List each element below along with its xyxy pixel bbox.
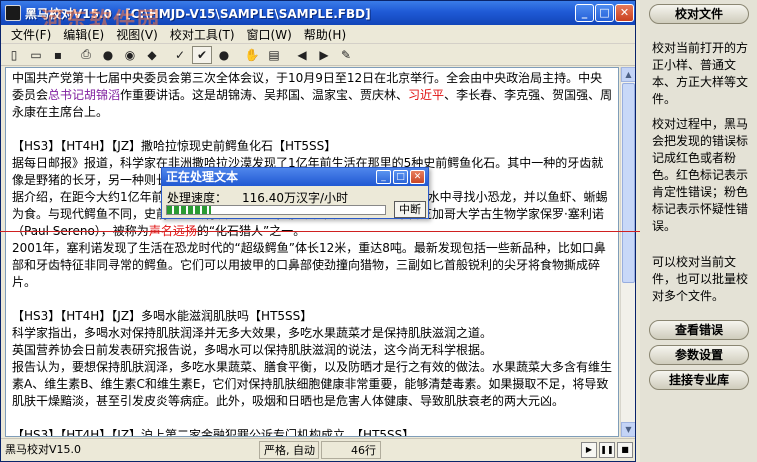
save-icon[interactable]: ▪: [48, 46, 68, 64]
menu-item[interactable]: 校对工具(T): [164, 26, 241, 43]
text-run: 作重要讲话。这是胡锦涛、吴邦国、温家宝、贾庆林、: [120, 88, 409, 102]
play-icon[interactable]: ▶: [581, 442, 597, 458]
speed-label: 处理速度：: [167, 191, 228, 205]
scroll-up-icon[interactable]: ▲: [621, 67, 635, 82]
new-icon[interactable]: ▯: [4, 46, 24, 64]
toolbar-separator: [286, 46, 290, 64]
text-run: 【HS3】【HT4H】【JZ】沪上第二家金融犯罪公诉专门机构成立 【HT5SS】: [12, 428, 415, 437]
menu-bar: 文件(F) 编辑(E) 视图(V) 校对工具(T) 窗口(W) 帮助(H): [1, 25, 635, 44]
stop-square-icon[interactable]: ■: [617, 442, 633, 458]
paragraph: 科学家指出，多喝水对保持肌肤润泽并无多大效果，多吃水果蔬菜才是保持肌肤滋润之道。: [12, 325, 614, 342]
dialog-close-button[interactable]: ✕: [410, 170, 425, 184]
title-bar[interactable]: 黑马校对V15.0 - [C:\HMJD-V15\SAMPLE\SAMPLE.F…: [1, 1, 635, 34]
attach-pro-library-button[interactable]: 挂接专业库: [649, 370, 749, 390]
help-panel: 校对文件 校对当前打开的方正小样、普通文本、方正大样等文件。 校对过程中，黑马会…: [640, 0, 757, 462]
toolbar-separator: [164, 46, 168, 64]
menu-item[interactable]: 文件(F): [5, 26, 57, 43]
close-button[interactable]: ✕: [615, 4, 634, 22]
help-text-1: 校对当前打开的方正小样、普通文本、方正大样等文件。: [652, 41, 749, 106]
text-run: 【HS3】【HT4H】【JZ】多喝水能滋润肌肤吗【HT5SS】: [12, 309, 313, 323]
status-bar: 黑马校对V15.0 严格, 自动 46行 ▶ ❚❚ ■: [1, 438, 635, 461]
text-run: 【HS3】【HT4H】【JZ】撒哈拉惊现史前鳄鱼化石【HT5SS】: [12, 139, 337, 153]
minimize-button[interactable]: _: [575, 4, 594, 22]
paragraph: 【HS3】【HT4H】【JZ】撒哈拉惊现史前鳄鱼化石【HT5SS】: [12, 138, 614, 155]
next-icon[interactable]: ▶: [314, 46, 334, 64]
text-run: 科学家指出，多喝水对保持肌肤润泽并无多大效果，多吃水果蔬菜才是保持肌肤滋润之道。: [12, 326, 493, 340]
check-icon[interactable]: ✓: [170, 46, 190, 64]
copy-icon[interactable]: ◉: [120, 46, 140, 64]
stop-icon[interactable]: ●: [214, 46, 234, 64]
scroll-down-icon[interactable]: ▼: [621, 422, 635, 437]
paste-icon[interactable]: ◆: [142, 46, 162, 64]
open-icon[interactable]: ▭: [26, 46, 46, 64]
text-run: 英国营养协会日前发表研究报告说，多喝水可以保持肌肤滋润的说法，这今尚无科学根据。: [12, 343, 493, 357]
menu-item[interactable]: 视图(V): [110, 26, 164, 43]
text-run: 报告认为，要想保持肌肤润泽，多吃水果蔬菜、膳食平衡，以及防晒才是行之有效的做法。…: [12, 360, 613, 408]
hand-icon[interactable]: ✋: [242, 46, 262, 64]
parameter-settings-button[interactable]: 参数设置: [649, 345, 749, 365]
paragraph: 2001年，塞利诺发现了生活在恐龙时代的“超级鳄鱼”体长12米，重达8吨。最新发…: [12, 240, 614, 291]
status-app-name: 黑马校对V15.0: [5, 443, 82, 456]
paragraph: 【HS3】【HT4H】【JZ】沪上第二家金融犯罪公诉专门机构成立 【HT5SS】: [12, 427, 614, 437]
check-all-icon[interactable]: ✔: [192, 45, 212, 64]
paragraph: 英国营养协会日前发表研究报告说，多喝水可以保持肌肤滋润的说法，这今尚无科学根据。: [12, 342, 614, 359]
toolbar-separator: [70, 46, 74, 64]
delete-icon[interactable]: ▤: [264, 46, 284, 64]
marked-error-text[interactable]: 习近平: [408, 88, 444, 102]
menu-item[interactable]: 窗口(W): [241, 26, 298, 43]
view-errors-button[interactable]: 查看错误: [649, 320, 749, 340]
paragraph: 中国共产党第十七届中央委员会第三次全体会议，于10月9日至12日在北京举行。全会…: [12, 70, 614, 121]
status-line-count: 46行: [321, 441, 381, 459]
app-icon: [5, 5, 21, 21]
interrupt-button[interactable]: 中断: [394, 201, 426, 218]
speed-value: 116.40万汉字/小时: [242, 191, 349, 205]
vertical-scrollbar[interactable]: ▲ ▼: [620, 67, 635, 437]
help-text-2: 校对过程中，黑马会把发现的错误标记成红色或者粉色。红色标记表示肯定性错误；粉色标…: [652, 117, 749, 233]
menu-item[interactable]: 帮助(H): [298, 26, 352, 43]
scrollbar-thumb[interactable]: [622, 83, 635, 283]
text-run: 2001年，塞利诺发现了生活在恐龙时代的“超级鳄鱼”体长12米，重达8吨。最新发…: [12, 241, 606, 289]
print-icon[interactable]: ⎙: [76, 46, 96, 64]
status-check-mode: 严格, 自动: [259, 441, 319, 459]
dialog-minimize-button[interactable]: _: [376, 170, 391, 184]
menu-item[interactable]: 编辑(E): [57, 26, 110, 43]
maximize-button[interactable]: □: [595, 4, 614, 22]
prev-icon[interactable]: ◀: [292, 46, 312, 64]
check-file-button[interactable]: 校对文件: [649, 4, 749, 24]
marked-error-text[interactable]: 总书记胡锦滔: [48, 88, 120, 102]
window-title: 黑马校对V15.0 - [C:\HMJD-V15\SAMPLE\SAMPLE.F…: [25, 6, 371, 21]
help-text-3: 可以校对当前文件，也可以批量校对多个文件。: [652, 255, 749, 303]
toolbar: ▯ ▭ ▪ ⎙ ● ◉ ◆ ✓ ✔ ● ✋ ▤ ◀ ▶ ✎: [1, 44, 635, 66]
edit-icon[interactable]: ✎: [336, 46, 356, 64]
pause-icon[interactable]: ❚❚: [599, 442, 615, 458]
paragraph: 报告认为，要想保持肌肤润泽，多吃水果蔬菜、膳食平衡，以及防晒才是行之有效的做法。…: [12, 359, 614, 410]
cut-icon[interactable]: ●: [98, 46, 118, 64]
progress-bar: [166, 205, 386, 215]
processing-dialog: 正在处理文本 _ □ ✕ 处理速度： 116.40万汉字/小时 中断: [161, 167, 429, 219]
toolbar-separator: [236, 46, 240, 64]
progress-fill: [167, 206, 211, 214]
dialog-maximize-button[interactable]: □: [393, 170, 408, 184]
document-text-area[interactable]: 中国共产党第十七届中央委员会第三次全体会议，于10月9日至12日在北京举行。全会…: [5, 67, 619, 437]
paragraph: 【HS3】【HT4H】【JZ】多喝水能滋润肌肤吗【HT5SS】: [12, 308, 614, 325]
